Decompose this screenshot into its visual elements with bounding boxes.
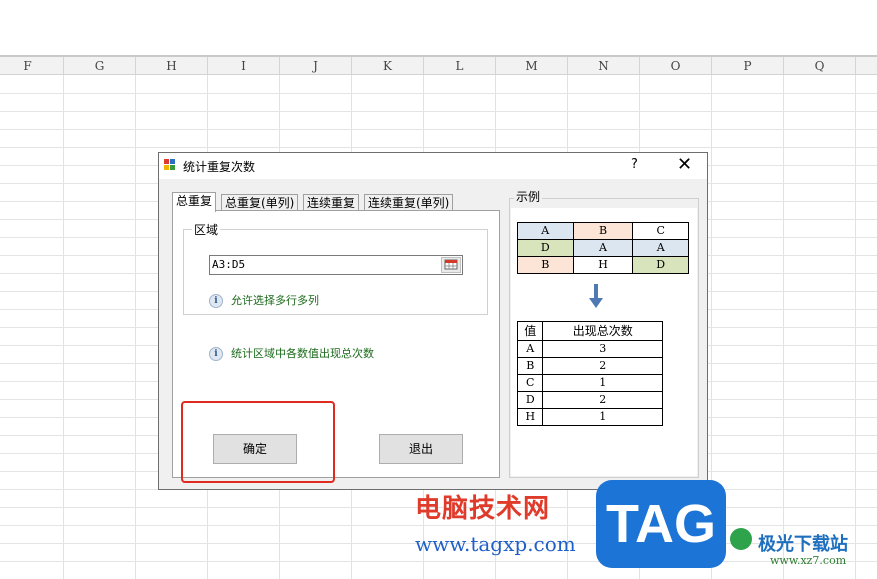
column-header[interactable]: H: [136, 57, 208, 75]
info-icon: i: [209, 347, 223, 361]
close-button[interactable]: ✕: [677, 154, 692, 175]
range-picker-icon: [444, 259, 458, 270]
help-button[interactable]: ?: [631, 157, 638, 172]
example-source-table: ABCDAABHD: [517, 222, 689, 274]
region-input-value: A3:D5: [212, 258, 246, 271]
watermark-title: 电脑技术网: [415, 494, 551, 524]
xz-site-name: 极光下载站: [758, 534, 848, 555]
example-result-value-cell: B: [516, 357, 544, 375]
exit-button[interactable]: 退出: [379, 434, 463, 464]
example-result-row: B2: [516, 357, 663, 375]
example-result-value-cell: H: [516, 408, 544, 426]
range-picker-button[interactable]: [441, 257, 461, 273]
example-result-header-row: 值出现总次数: [516, 321, 663, 341]
example-result-count-cell: 1: [542, 374, 663, 392]
xz-site-url: www.xz7.com: [770, 554, 847, 567]
column-header[interactable]: Q: [784, 57, 856, 75]
example-result-value-cell: C: [516, 374, 544, 392]
example-result-count-cell: 2: [542, 357, 663, 375]
example-source-cell: A: [517, 222, 574, 240]
grid-row-line: [0, 561, 877, 562]
column-header[interactable]: P: [712, 57, 784, 75]
region-group: 区域 A3:D5 i 允许选择多行多列: [183, 221, 488, 315]
tab-consecutive-duplicates[interactable]: 连续重复: [303, 194, 360, 211]
dialog-titlebar: 统计重复次数 ? ✕: [159, 153, 707, 179]
grid-row-line: [0, 525, 877, 526]
example-result-row: H1: [516, 408, 663, 426]
region-label: 区域: [192, 221, 221, 238]
example-source-cell: B: [517, 256, 574, 274]
region-hint-text: 允许选择多行多列: [231, 294, 319, 307]
arrow-down-icon: [589, 284, 603, 308]
example-source-cell: B: [572, 222, 634, 240]
description-row: i 统计区域中各数值出现总次数: [209, 345, 374, 361]
region-hint: i 允许选择多行多列: [209, 292, 319, 308]
example-result-row: D2: [516, 391, 663, 409]
column-header[interactable]: O: [640, 57, 712, 75]
column-header[interactable]: I: [208, 57, 280, 75]
grid-row-line: [0, 111, 877, 112]
example-result-header-cell: 值: [516, 321, 544, 341]
tab-total-duplicates[interactable]: 总重复: [172, 192, 217, 212]
column-header[interactable]: N: [568, 57, 640, 75]
xz-logo-icon: [730, 528, 752, 550]
example-label: 示例: [514, 188, 543, 205]
column-header[interactable]: K: [352, 57, 424, 75]
column-header[interactable]: F: [0, 57, 64, 75]
column-header[interactable]: G: [64, 57, 136, 75]
grid-row-line: [0, 129, 877, 130]
example-result-value-cell: A: [516, 340, 544, 358]
tag-logo: TAG: [596, 480, 726, 568]
dialog-title: 统计重复次数: [183, 160, 256, 174]
example-source-cell: D: [517, 239, 574, 257]
example-source-cell: H: [572, 256, 634, 274]
region-input[interactable]: A3:D5: [209, 255, 463, 275]
info-icon: i: [209, 294, 223, 308]
example-result-count-cell: 3: [542, 340, 663, 358]
example-result-header-cell: 出现总次数: [542, 321, 663, 341]
watermark-url: www.tagxp.com: [415, 532, 576, 556]
example-result-table: 值出现总次数 A 3 B 2 C 1 D 2 H 1: [516, 321, 663, 426]
example-result-count-cell: 1: [542, 408, 663, 426]
example-source-row: BHD: [517, 256, 689, 274]
highlight-box: [181, 401, 335, 483]
column-header[interactable]: L: [424, 57, 496, 75]
example-source-cell: A: [572, 239, 634, 257]
example-result-row: C1: [516, 374, 663, 392]
column-header[interactable]: J: [280, 57, 352, 75]
example-result-row: A3: [516, 340, 663, 358]
example-source-row: ABC: [517, 222, 689, 240]
tab-consecutive-duplicates-single-column[interactable]: 连续重复(单列): [364, 194, 454, 211]
example-source-cell: D: [632, 256, 689, 274]
example-source-cell: A: [632, 239, 689, 257]
app-icon: [164, 159, 175, 170]
example-source-row: DAA: [517, 239, 689, 257]
description-text: 统计区域中各数值出现总次数: [231, 347, 374, 360]
grid-row-line: [0, 147, 877, 148]
example-result-value-cell: D: [516, 391, 544, 409]
grid-row-line: [0, 93, 877, 94]
example-source-cell: C: [632, 222, 689, 240]
example-result-count-cell: 2: [542, 391, 663, 409]
column-header[interactable]: M: [496, 57, 568, 75]
tab-total-duplicates-single-column[interactable]: 总重复(单列): [221, 194, 299, 211]
